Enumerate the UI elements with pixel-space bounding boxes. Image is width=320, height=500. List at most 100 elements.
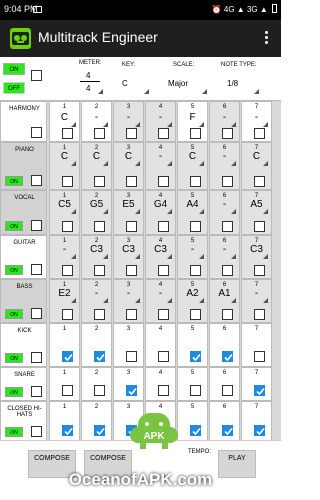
- step-checkbox-checked[interactable]: [126, 385, 137, 396]
- step-checkbox[interactable]: [190, 128, 201, 139]
- step-checkbox[interactable]: [126, 176, 137, 187]
- note-dropdown-icon[interactable]: [199, 122, 204, 127]
- step-checkbox[interactable]: [158, 221, 169, 232]
- step-checkbox[interactable]: [222, 176, 233, 187]
- step-checkbox[interactable]: [222, 265, 233, 276]
- note-dropdown-icon[interactable]: [71, 122, 76, 127]
- step-checkbox[interactable]: [62, 176, 73, 187]
- step-checkbox[interactable]: [222, 309, 233, 320]
- note-dropdown-icon[interactable]: [263, 209, 268, 214]
- note-dropdown-icon[interactable]: [71, 254, 76, 259]
- note-dropdown-icon[interactable]: [199, 209, 204, 214]
- note-dropdown-icon[interactable]: [103, 254, 108, 259]
- step-checkbox[interactable]: [94, 221, 105, 232]
- step-checkbox-checked[interactable]: [222, 425, 233, 436]
- track-on-toggle[interactable]: ON: [5, 387, 23, 397]
- note-dropdown-icon[interactable]: [103, 161, 108, 166]
- step-checkbox-checked[interactable]: [62, 351, 73, 362]
- step-checkbox[interactable]: [158, 351, 169, 362]
- note-dropdown-icon[interactable]: [135, 298, 140, 303]
- note-dropdown-icon[interactable]: [263, 122, 268, 127]
- step-checkbox[interactable]: [62, 309, 73, 320]
- step-checkbox[interactable]: [222, 221, 233, 232]
- step-checkbox[interactable]: [94, 265, 105, 276]
- step-checkbox[interactable]: [190, 309, 201, 320]
- step-checkbox[interactable]: [190, 176, 201, 187]
- meter-top[interactable]: 4: [86, 71, 90, 80]
- global-checkbox[interactable]: [31, 70, 42, 81]
- step-checkbox[interactable]: [126, 221, 137, 232]
- note-dropdown-icon[interactable]: [231, 161, 236, 166]
- note-dropdown-icon[interactable]: [231, 254, 236, 259]
- global-off-toggle[interactable]: OFF: [3, 82, 25, 94]
- track-checkbox[interactable]: [31, 426, 42, 437]
- step-checkbox[interactable]: [158, 385, 169, 396]
- track-checkbox[interactable]: [31, 386, 42, 397]
- step-checkbox[interactable]: [94, 385, 105, 396]
- step-checkbox-checked[interactable]: [190, 425, 201, 436]
- step-checkbox[interactable]: [254, 351, 265, 362]
- track-checkbox[interactable]: [31, 220, 42, 231]
- scale-select[interactable]: Major: [168, 79, 188, 88]
- step-checkbox[interactable]: [62, 385, 73, 396]
- step-checkbox-checked[interactable]: [94, 425, 105, 436]
- step-checkbox[interactable]: [126, 265, 137, 276]
- step-checkbox-checked[interactable]: [254, 425, 265, 436]
- step-checkbox[interactable]: [222, 128, 233, 139]
- track-checkbox[interactable]: [31, 308, 42, 319]
- step-checkbox[interactable]: [94, 309, 105, 320]
- step-checkbox[interactable]: [126, 309, 137, 320]
- step-checkbox[interactable]: [94, 176, 105, 187]
- scale-dropdown-icon[interactable]: [202, 89, 207, 94]
- note-dropdown-icon[interactable]: [103, 298, 108, 303]
- track-on-toggle[interactable]: ON: [5, 427, 23, 437]
- note-dropdown-icon[interactable]: [71, 161, 76, 166]
- track-checkbox[interactable]: [31, 127, 42, 138]
- global-on-toggle[interactable]: ON: [3, 63, 25, 75]
- step-checkbox-checked[interactable]: [254, 385, 265, 396]
- note-dropdown-icon[interactable]: [135, 161, 140, 166]
- step-checkbox[interactable]: [190, 385, 201, 396]
- note-dropdown-icon[interactable]: [135, 122, 140, 127]
- note-dropdown-icon[interactable]: [263, 254, 268, 259]
- note-dropdown-icon[interactable]: [199, 161, 204, 166]
- note-dropdown-icon[interactable]: [263, 298, 268, 303]
- step-checkbox[interactable]: [190, 265, 201, 276]
- step-checkbox[interactable]: [254, 309, 265, 320]
- step-checkbox[interactable]: [126, 128, 137, 139]
- note-dropdown-icon[interactable]: [135, 209, 140, 214]
- note-dropdown-icon[interactable]: [167, 161, 172, 166]
- step-checkbox[interactable]: [190, 221, 201, 232]
- step-checkbox[interactable]: [158, 176, 169, 187]
- overflow-menu-icon[interactable]: [263, 29, 269, 47]
- note-dropdown-icon[interactable]: [167, 254, 172, 259]
- note-dropdown-icon[interactable]: [167, 122, 172, 127]
- track-checkbox[interactable]: [31, 352, 42, 363]
- note-dropdown-icon[interactable]: [135, 254, 140, 259]
- track-checkbox[interactable]: [31, 175, 42, 186]
- step-checkbox[interactable]: [126, 351, 137, 362]
- step-checkbox[interactable]: [254, 265, 265, 276]
- note-type-select[interactable]: 1/8: [227, 79, 238, 88]
- step-checkbox-checked[interactable]: [62, 425, 73, 436]
- note-dropdown-icon[interactable]: [167, 209, 172, 214]
- note-dropdown-icon[interactable]: [167, 298, 172, 303]
- step-checkbox[interactable]: [94, 128, 105, 139]
- key-select[interactable]: C: [122, 79, 128, 88]
- note-dropdown-icon[interactable]: [231, 298, 236, 303]
- note-dropdown-icon[interactable]: [231, 122, 236, 127]
- note-dropdown-icon[interactable]: [199, 254, 204, 259]
- note-dropdown-icon[interactable]: [103, 209, 108, 214]
- note-type-dropdown-icon[interactable]: [254, 89, 259, 94]
- note-dropdown-icon[interactable]: [103, 122, 108, 127]
- step-checkbox[interactable]: [158, 265, 169, 276]
- key-dropdown-icon[interactable]: [144, 89, 149, 94]
- step-checkbox[interactable]: [62, 128, 73, 139]
- step-checkbox[interactable]: [254, 128, 265, 139]
- step-checkbox-checked[interactable]: [94, 351, 105, 362]
- note-dropdown-icon[interactable]: [71, 209, 76, 214]
- meter-dropdown-icon[interactable]: [98, 89, 103, 94]
- meter-bottom[interactable]: 4: [86, 84, 90, 93]
- note-dropdown-icon[interactable]: [71, 298, 76, 303]
- step-checkbox[interactable]: [158, 128, 169, 139]
